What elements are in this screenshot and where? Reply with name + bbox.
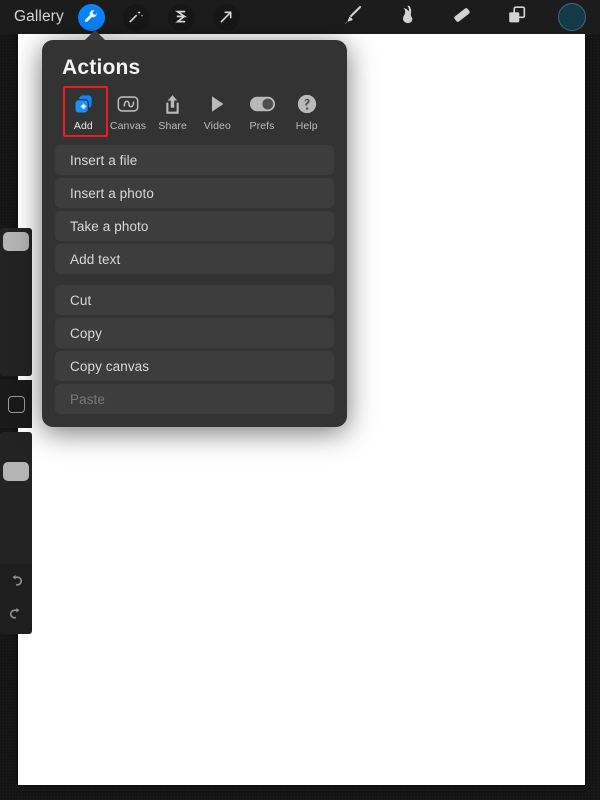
eraser-icon bbox=[451, 4, 473, 31]
magic-wand-icon bbox=[128, 9, 144, 25]
menu-item-take-a-photo[interactable]: Take a photo bbox=[55, 211, 334, 241]
top-toolbar: Gallery bbox=[0, 0, 600, 34]
tab-canvas[interactable]: Canvas bbox=[106, 92, 151, 132]
menu-item-paste: Paste bbox=[55, 384, 334, 414]
undo-button[interactable] bbox=[0, 567, 32, 599]
procreate-app-window: Gallery Actions Add Canvas Share Video P… bbox=[0, 0, 600, 800]
actions-wrench-button[interactable] bbox=[77, 3, 105, 31]
share-upload-icon bbox=[162, 92, 183, 116]
brush-size-slider-knob[interactable] bbox=[3, 232, 29, 251]
selection-button[interactable] bbox=[167, 3, 195, 31]
tab-add[interactable]: Add bbox=[61, 86, 108, 137]
menu-item-copy[interactable]: Copy bbox=[55, 318, 334, 348]
color-swatch[interactable] bbox=[558, 3, 586, 31]
modify-button[interactable] bbox=[0, 380, 32, 428]
menu-item-copy-canvas[interactable]: Copy canvas bbox=[55, 351, 334, 381]
s-curve-icon bbox=[173, 9, 189, 25]
clipboard-group: Cut Copy Copy canvas Paste bbox=[55, 285, 334, 414]
right-tool-group bbox=[338, 3, 586, 31]
left-tool-group bbox=[77, 3, 240, 31]
panel-tab-bar: Add Canvas Share Video Prefs Help bbox=[55, 86, 334, 137]
layers-button[interactable] bbox=[503, 3, 531, 31]
redo-button[interactable] bbox=[0, 600, 32, 632]
arrow-transform-icon bbox=[218, 9, 234, 25]
canvas-squiggle-icon bbox=[116, 92, 140, 116]
paintbrush-icon bbox=[341, 4, 363, 31]
tab-label: Share bbox=[158, 120, 187, 132]
tab-help[interactable]: Help bbox=[284, 92, 329, 132]
tab-prefs[interactable]: Prefs bbox=[240, 92, 285, 132]
actions-panel: Actions Add Canvas Share Video Prefs Hel… bbox=[42, 30, 347, 427]
tab-label: Add bbox=[73, 120, 93, 132]
square-icon bbox=[7, 395, 25, 413]
toggle-switch-icon bbox=[249, 92, 276, 116]
tab-label: Help bbox=[295, 120, 318, 132]
redo-arrow-icon bbox=[7, 605, 25, 628]
opacity-slider[interactable] bbox=[0, 432, 32, 580]
panel-title: Actions bbox=[62, 56, 141, 79]
layers-icon bbox=[506, 4, 528, 31]
undo-redo-group bbox=[0, 564, 32, 634]
undo-arrow-icon bbox=[7, 572, 25, 595]
transform-button[interactable] bbox=[212, 3, 240, 31]
smudge-icon bbox=[396, 4, 418, 31]
tab-label: Canvas bbox=[109, 120, 147, 132]
tab-video[interactable]: Video bbox=[195, 92, 240, 132]
smudge-button[interactable] bbox=[393, 3, 421, 31]
eraser-button[interactable] bbox=[448, 3, 476, 31]
tab-label: Video bbox=[203, 120, 231, 132]
left-sidebar bbox=[0, 228, 32, 634]
menu-item-add-text[interactable]: Add text bbox=[55, 244, 334, 274]
brush-size-slider[interactable] bbox=[0, 228, 32, 376]
wrench-icon bbox=[83, 9, 99, 25]
tab-share[interactable]: Share bbox=[150, 92, 195, 132]
gallery-button[interactable]: Gallery bbox=[14, 8, 64, 26]
opacity-slider-knob[interactable] bbox=[3, 462, 29, 481]
insert-group: Insert a file Insert a photo Take a phot… bbox=[55, 145, 334, 274]
add-stack-plus-icon bbox=[72, 92, 95, 116]
menu-item-cut[interactable]: Cut bbox=[55, 285, 334, 315]
menu-item-insert-a-file[interactable]: Insert a file bbox=[55, 145, 334, 175]
adjustments-button[interactable] bbox=[122, 3, 150, 31]
play-triangle-icon bbox=[206, 92, 228, 116]
tab-label: Prefs bbox=[249, 120, 275, 132]
menu-item-insert-a-photo[interactable]: Insert a photo bbox=[55, 178, 334, 208]
question-circle-icon bbox=[296, 92, 318, 116]
paint-brush-button[interactable] bbox=[338, 3, 366, 31]
